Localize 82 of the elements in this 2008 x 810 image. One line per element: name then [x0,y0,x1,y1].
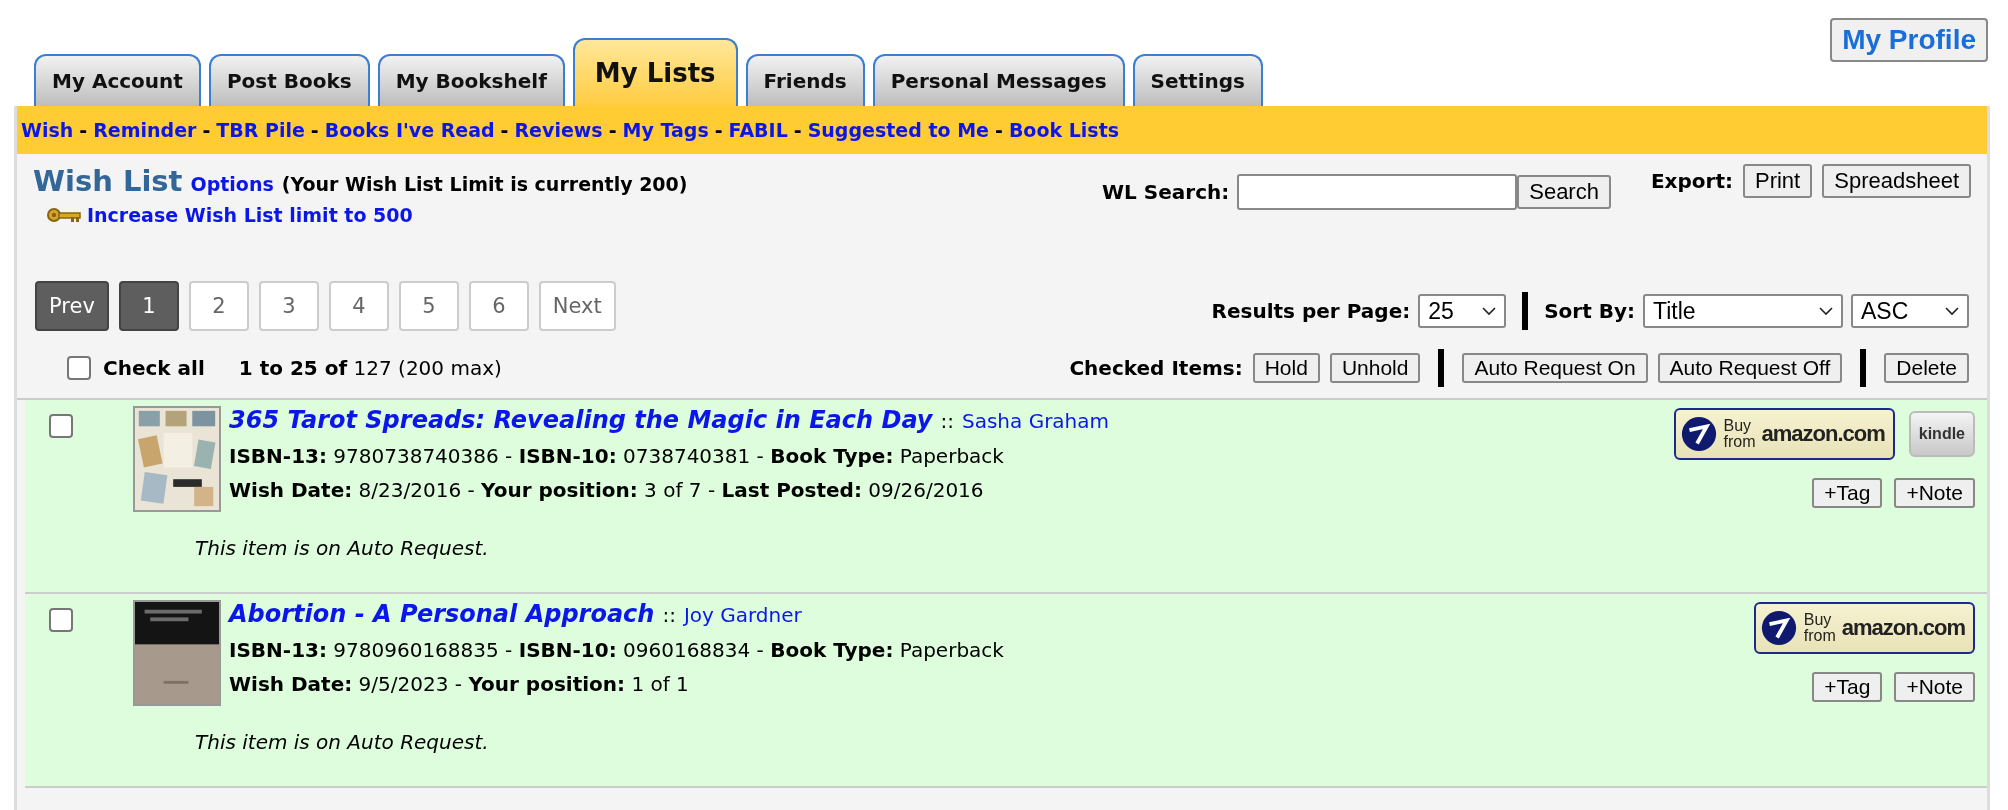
export-button[interactable]: Print [1743,164,1813,198]
tab[interactable]: Post Books [208,54,370,106]
check-all-label: Check all [103,356,205,380]
key-icon [47,206,81,224]
separator-text: - [714,119,723,141]
subnav-link[interactable]: FABIL [728,119,788,141]
tab[interactable]: Settings [1132,54,1263,106]
separator-text: - [310,119,319,141]
export-label: Export: [1650,169,1733,193]
page-button[interactable]: 4 [328,281,389,331]
subnav-link[interactable]: Book Lists [1008,119,1120,141]
search-field[interactable] [1237,174,1518,210]
tab[interactable]: Friends [745,54,865,106]
result-count: 1 to 25 of 127 (200 max) [238,356,502,380]
tab[interactable]: My Account [34,54,201,106]
book-details: ISBN-13: 9780738740386 - ISBN-10: 0738740381 - Book Type: Paperback [229,444,1005,468]
checkbox[interactable] [49,414,73,438]
subnav-link[interactable]: My Tags [622,119,709,141]
page-button[interactable]: 3 [258,281,319,331]
page-button[interactable]: Prev [35,281,109,331]
page-button[interactable]: 1 [118,281,179,331]
export-button[interactable]: Spreadsheet [1822,164,1971,198]
action-button[interactable]: Auto Request Off [1657,353,1843,383]
upgrade-link[interactable]: Increase Wish List limit to 500 [87,204,413,226]
subnav-link[interactable]: Wish [21,119,74,141]
page-button[interactable]: 6 [468,281,529,331]
page-button[interactable]: 5 [398,281,459,331]
book-title-link[interactable]: Abortion - A Personal Approach [229,600,655,628]
options-link[interactable]: Options [190,173,274,195]
tab[interactable]: My Lists [572,38,738,106]
auto-request-note: This item is on Auto Request. [195,536,490,560]
action-button[interactable]: +Tag [1812,672,1883,702]
page-button[interactable]: Next [538,281,616,331]
chevron-down-icon [1945,306,1959,316]
author-link[interactable]: Joy Gardner [683,603,802,627]
auto-request-note: This item is on Auto Request. [195,730,490,754]
action-button[interactable]: +Tag [1812,478,1883,508]
kindle-button[interactable]: kindle [1908,411,1975,457]
check-all-checkbox[interactable] [67,356,91,380]
checkbox[interactable] [49,608,73,632]
book-details: Wish Date: 8/23/2016 - Your position: 3 of 7 - Last Posted: 09/26/2016 [229,478,985,502]
sort-field-select[interactable]: Title [1643,294,1843,328]
tab[interactable]: My Bookshelf [377,54,565,106]
author-link[interactable]: Sasha Graham [961,409,1110,433]
subnav-link[interactable]: TBR Pile [216,119,305,141]
chevron-down-icon [1482,306,1497,316]
checked-items-label: Checked Items: [1069,356,1243,380]
book-details: Wish Date: 9/5/2023 - Your position: 1 of 1 [229,672,690,696]
action-button[interactable]: Unhold [1329,353,1421,383]
page-button[interactable]: 2 [188,281,249,331]
results-per-page-label: Results per Page: [1211,299,1411,323]
subnav-link[interactable]: Reminder [93,119,197,141]
separator-text: :: [940,409,954,433]
results-per-page-select[interactable]: 25 [1418,294,1507,328]
action-button[interactable]: +Note [1894,672,1975,702]
action-button[interactable]: Auto Request On [1462,353,1648,383]
page-title: Wish List [33,164,183,198]
swoosh-logo-icon [1759,609,1798,647]
subnav-link[interactable]: Books I've Read [324,119,495,141]
book-title-link[interactable]: 365 Tarot Spreads: Revealing the Magic in Each Day [229,406,933,434]
subnav-link[interactable]: Suggested to Me [807,119,989,141]
separator-text: - [79,119,88,141]
separator-text: - [202,119,211,141]
profile-button[interactable]: My Profile [1830,18,1988,62]
action-button[interactable]: +Note [1894,478,1975,508]
action-button[interactable]: Hold [1252,353,1320,383]
separator-text: - [608,119,617,141]
chevron-down-icon [1819,306,1833,316]
subnav-link[interactable]: Reviews [514,119,603,141]
sort-label: Sort By: [1544,299,1635,323]
separator-text: - [793,119,802,141]
action-button[interactable]: Delete [1884,353,1969,383]
search-button[interactable]: Search [1517,175,1611,209]
separator-text: - [500,119,509,141]
limit-note: (Your Wish List Limit is currently 200) [281,173,688,195]
tab[interactable]: Personal Messages [872,54,1125,106]
separator-text: :: [662,603,676,627]
swoosh-logo-icon [1679,415,1718,453]
sort-order-select[interactable]: ASC [1851,294,1969,328]
separator-text: - [995,119,1003,141]
search-label: WL Search: [1102,180,1230,204]
book-details: ISBN-13: 9780960168835 - ISBN-10: 0960168834 - Book Type: Paperback [229,638,1004,662]
